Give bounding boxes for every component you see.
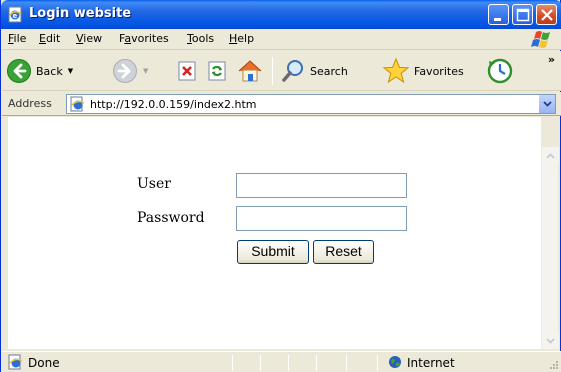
forward-dropdown-icon[interactable]: ▼ (143, 67, 148, 75)
search-label: Search (310, 64, 348, 78)
security-zone-label: Internet (407, 356, 455, 370)
toolbar-separator (272, 57, 273, 85)
refresh-icon (208, 61, 226, 81)
menu-file[interactable]: File (8, 32, 26, 45)
status-separator (346, 355, 347, 371)
status-separator (260, 355, 261, 371)
menu-view[interactable]: View (76, 32, 102, 45)
forward-arrow-icon (113, 59, 137, 83)
favorites-label: Favorites (414, 64, 464, 78)
home-icon (238, 60, 262, 82)
page-icon (70, 96, 85, 112)
address-label: Address (8, 97, 52, 110)
close-button[interactable] (536, 4, 557, 25)
back-button[interactable]: Back ▼ (6, 55, 73, 87)
user-input[interactable] (236, 173, 407, 198)
menu-favorites[interactable]: Favorites (119, 32, 169, 45)
chevron-down-icon (546, 337, 555, 344)
address-url[interactable]: http://192.0.0.159/index2.htm (90, 98, 256, 111)
chevron-down-icon (542, 101, 552, 107)
favorites-button[interactable]: Favorites (382, 55, 464, 87)
browser-window: e Login website File Edit View Favorites… (0, 0, 561, 372)
ie-page-icon: e (8, 6, 22, 23)
address-field[interactable]: http://192.0.0.159/index2.htm (66, 94, 556, 114)
password-input[interactable] (236, 206, 407, 231)
internet-globe-icon (389, 356, 401, 368)
menu-edit[interactable]: Edit (39, 32, 60, 45)
vertical-scrollbar[interactable] (541, 147, 559, 349)
menu-help[interactable]: Help (229, 32, 254, 45)
menu-bar: File Edit View Favorites Tools Help (2, 29, 561, 50)
svg-text:e: e (13, 12, 18, 20)
maximize-button[interactable] (512, 4, 533, 25)
menu-tools[interactable]: Tools (187, 32, 214, 45)
scroll-down-button[interactable] (542, 332, 559, 349)
status-separator (377, 355, 378, 371)
status-separator (288, 355, 289, 371)
address-dropdown-button[interactable] (538, 95, 555, 113)
scroll-up-button[interactable] (542, 147, 559, 164)
password-label: Password (137, 210, 205, 226)
page-content (8, 117, 541, 349)
back-label: Back (36, 64, 63, 78)
reset-button[interactable]: Reset (313, 240, 374, 264)
stop-icon (178, 61, 196, 81)
search-button[interactable]: Search (280, 55, 348, 87)
maximize-icon (516, 8, 530, 22)
search-icon (282, 60, 303, 82)
minimize-icon (494, 18, 501, 21)
favorites-star-icon (382, 57, 410, 84)
close-icon (541, 9, 553, 21)
minimize-button[interactable] (488, 4, 509, 25)
window-title: Login website (29, 6, 132, 21)
address-bar: Address http://192.0.0.159/index2.htm (2, 92, 561, 116)
chevron-up-icon (546, 152, 555, 159)
stop-button[interactable] (176, 55, 200, 87)
refresh-button[interactable] (206, 55, 230, 87)
home-button[interactable] (236, 55, 264, 87)
status-separator (232, 355, 233, 371)
back-dropdown-icon[interactable]: ▼ (68, 67, 73, 75)
resize-grip-icon[interactable] (547, 358, 559, 370)
submit-button[interactable]: Submit (237, 240, 309, 264)
status-separator (316, 355, 317, 371)
page-done-icon (8, 354, 23, 370)
status-bar: Done Internet (2, 351, 561, 372)
status-text: Done (28, 356, 60, 370)
toolbar: Back ▼ ▼ Search Favorites » (2, 51, 561, 91)
toolbar-more-button[interactable]: » (548, 53, 555, 66)
history-button[interactable] (486, 55, 514, 87)
forward-button[interactable]: ▼ (112, 55, 148, 87)
title-bar[interactable]: e Login website (1, 0, 561, 29)
user-label: User (137, 176, 171, 192)
history-icon (487, 58, 513, 84)
windows-logo-icon (531, 31, 550, 48)
back-arrow-icon (7, 59, 31, 83)
